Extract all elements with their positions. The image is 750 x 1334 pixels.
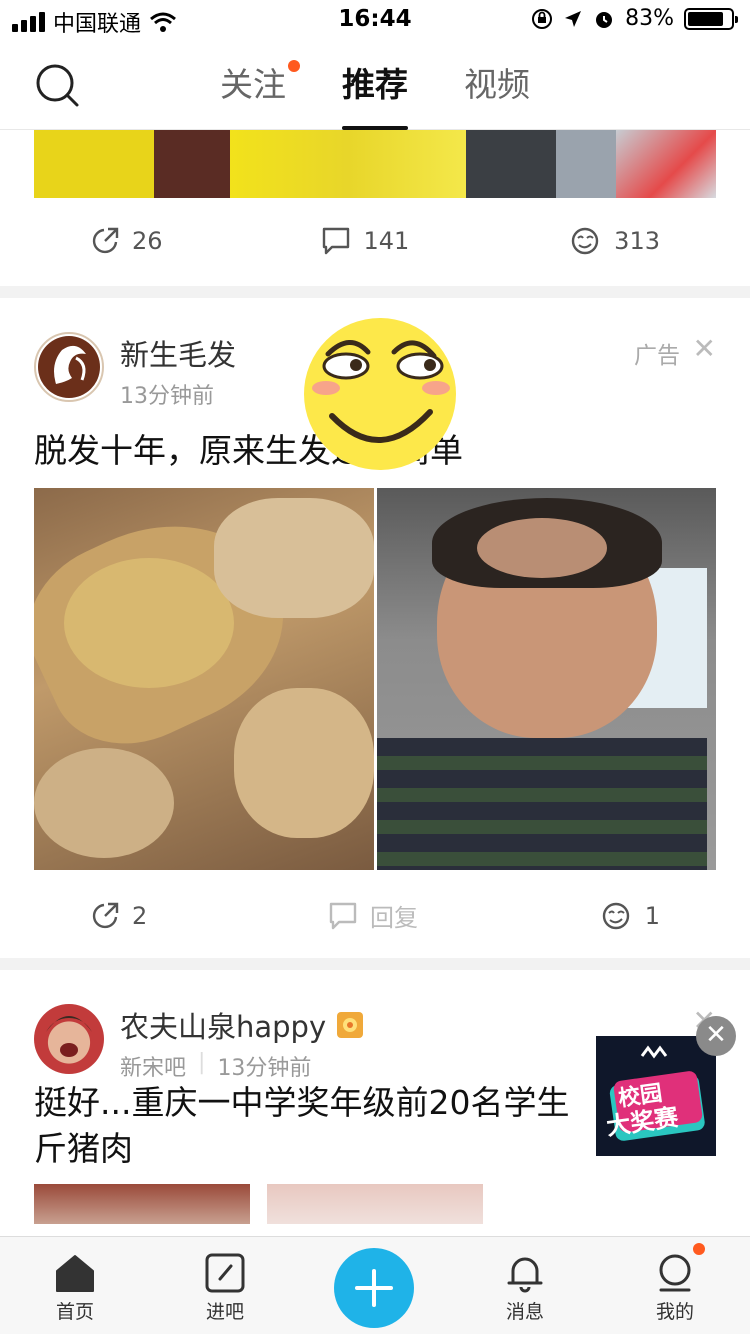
like-button[interactable]: 1 — [599, 898, 660, 933]
create-post-button[interactable] — [334, 1248, 414, 1328]
feed-tabs: 关注 推荐 视频 — [0, 58, 750, 130]
author-name[interactable]: 新生毛发 — [120, 332, 236, 374]
post-title[interactable]: 挺好...重庆一中学奖年级前20名学生 斤猪肉 — [34, 1080, 569, 1172]
tab-messages[interactable]: 消息 — [475, 1253, 575, 1324]
smirk-emoji-icon — [304, 318, 456, 470]
battery-icon — [684, 7, 738, 30]
level-badge-icon — [337, 1012, 364, 1038]
meta-divider: | — [198, 1050, 206, 1075]
post-meta: 新宋吧 | 13分钟前 — [120, 1050, 311, 1082]
post-image[interactable] — [34, 1184, 250, 1224]
post-time: 13分钟前 — [217, 1056, 312, 1081]
post-image[interactable] — [34, 130, 716, 198]
reply-label: 回复 — [370, 904, 418, 932]
ad-badge: 广告 — [634, 343, 680, 369]
tab-home[interactable]: 首页 — [25, 1253, 125, 1324]
bald-man-image — [376, 488, 716, 870]
bell-icon — [507, 1257, 543, 1293]
author-avatar[interactable] — [34, 1004, 104, 1074]
like-count: 313 — [614, 227, 660, 255]
tab-messages-label: 消息 — [505, 1301, 544, 1323]
post-title-line: 挺好...重庆一中学奖年级前20名学生 — [34, 1083, 570, 1122]
hair-logo-icon — [38, 336, 100, 398]
status-bar: 中国联通 16:44 83% — [0, 0, 750, 40]
tab-video-label: 视频 — [464, 65, 530, 104]
tab-profile-label: 我的 — [655, 1301, 694, 1323]
share-icon — [92, 902, 119, 928]
comment-button[interactable]: 141 — [321, 226, 409, 256]
tab-recommend-label: 推荐 — [342, 65, 408, 104]
notification-dot — [693, 1243, 705, 1255]
share-button[interactable]: 26 — [90, 226, 163, 256]
close-icon[interactable]: ✕ — [693, 332, 716, 365]
tab-forums[interactable]: 进吧 — [175, 1253, 275, 1324]
author-avatar[interactable] — [34, 332, 104, 402]
notification-dot — [288, 60, 300, 72]
author-row: 农夫山泉happy — [120, 1004, 364, 1046]
tab-forums-label: 进吧 — [205, 1301, 244, 1323]
ad-image[interactable] — [34, 488, 716, 870]
tab-follow[interactable]: 关注 — [220, 58, 300, 128]
like-count: 1 — [644, 901, 660, 930]
alarm-icon — [596, 11, 613, 28]
share-count: 2 — [132, 901, 148, 930]
like-icon — [602, 902, 629, 929]
tab-video[interactable]: 视频 — [464, 58, 530, 128]
battery-percent: 83% — [625, 6, 674, 31]
post-card[interactable]: 26 141 313 — [0, 130, 750, 286]
comment-icon — [329, 902, 357, 929]
action-row: 2 回复 1 — [0, 898, 750, 933]
tab-recommend[interactable]: 推荐 — [342, 58, 408, 130]
ginger-image — [34, 488, 374, 870]
post-title-line: 斤猪肉 — [34, 1129, 133, 1168]
share-icon — [92, 227, 119, 254]
reply-button[interactable]: 回复 — [328, 898, 418, 933]
post-image[interactable] — [267, 1184, 483, 1224]
home-icon — [56, 1255, 94, 1292]
like-button[interactable]: 313 — [568, 226, 660, 256]
rotation-lock-icon — [532, 8, 553, 29]
promo-banner[interactable]: 校园 大奖赛 — [596, 1036, 716, 1156]
like-icon — [571, 227, 599, 255]
comment-icon — [323, 227, 350, 255]
share-button[interactable]: 2 — [90, 898, 147, 933]
comment-count: 141 — [363, 227, 410, 255]
tab-home-label: 首页 — [55, 1301, 94, 1323]
edit-square-icon — [205, 1253, 245, 1293]
post-time: 13分钟前 — [120, 384, 214, 409]
forum-name[interactable]: 新宋吧 — [120, 1050, 186, 1082]
action-row: 26 141 313 — [0, 226, 750, 256]
top-nav: 关注 推荐 视频 — [0, 40, 750, 130]
share-count: 26 — [132, 227, 163, 255]
author-name[interactable]: 农夫山泉happy — [120, 1004, 326, 1046]
status-right: 83% — [531, 6, 738, 31]
tab-profile[interactable]: 我的 — [625, 1243, 725, 1324]
promo-close-button[interactable]: ✕ — [696, 1016, 736, 1056]
child-avatar-icon — [46, 1016, 92, 1057]
tab-follow-label: 关注 — [220, 65, 286, 104]
profile-icon — [659, 1254, 691, 1292]
plus-icon — [355, 1269, 393, 1307]
location-icon — [565, 10, 582, 27]
